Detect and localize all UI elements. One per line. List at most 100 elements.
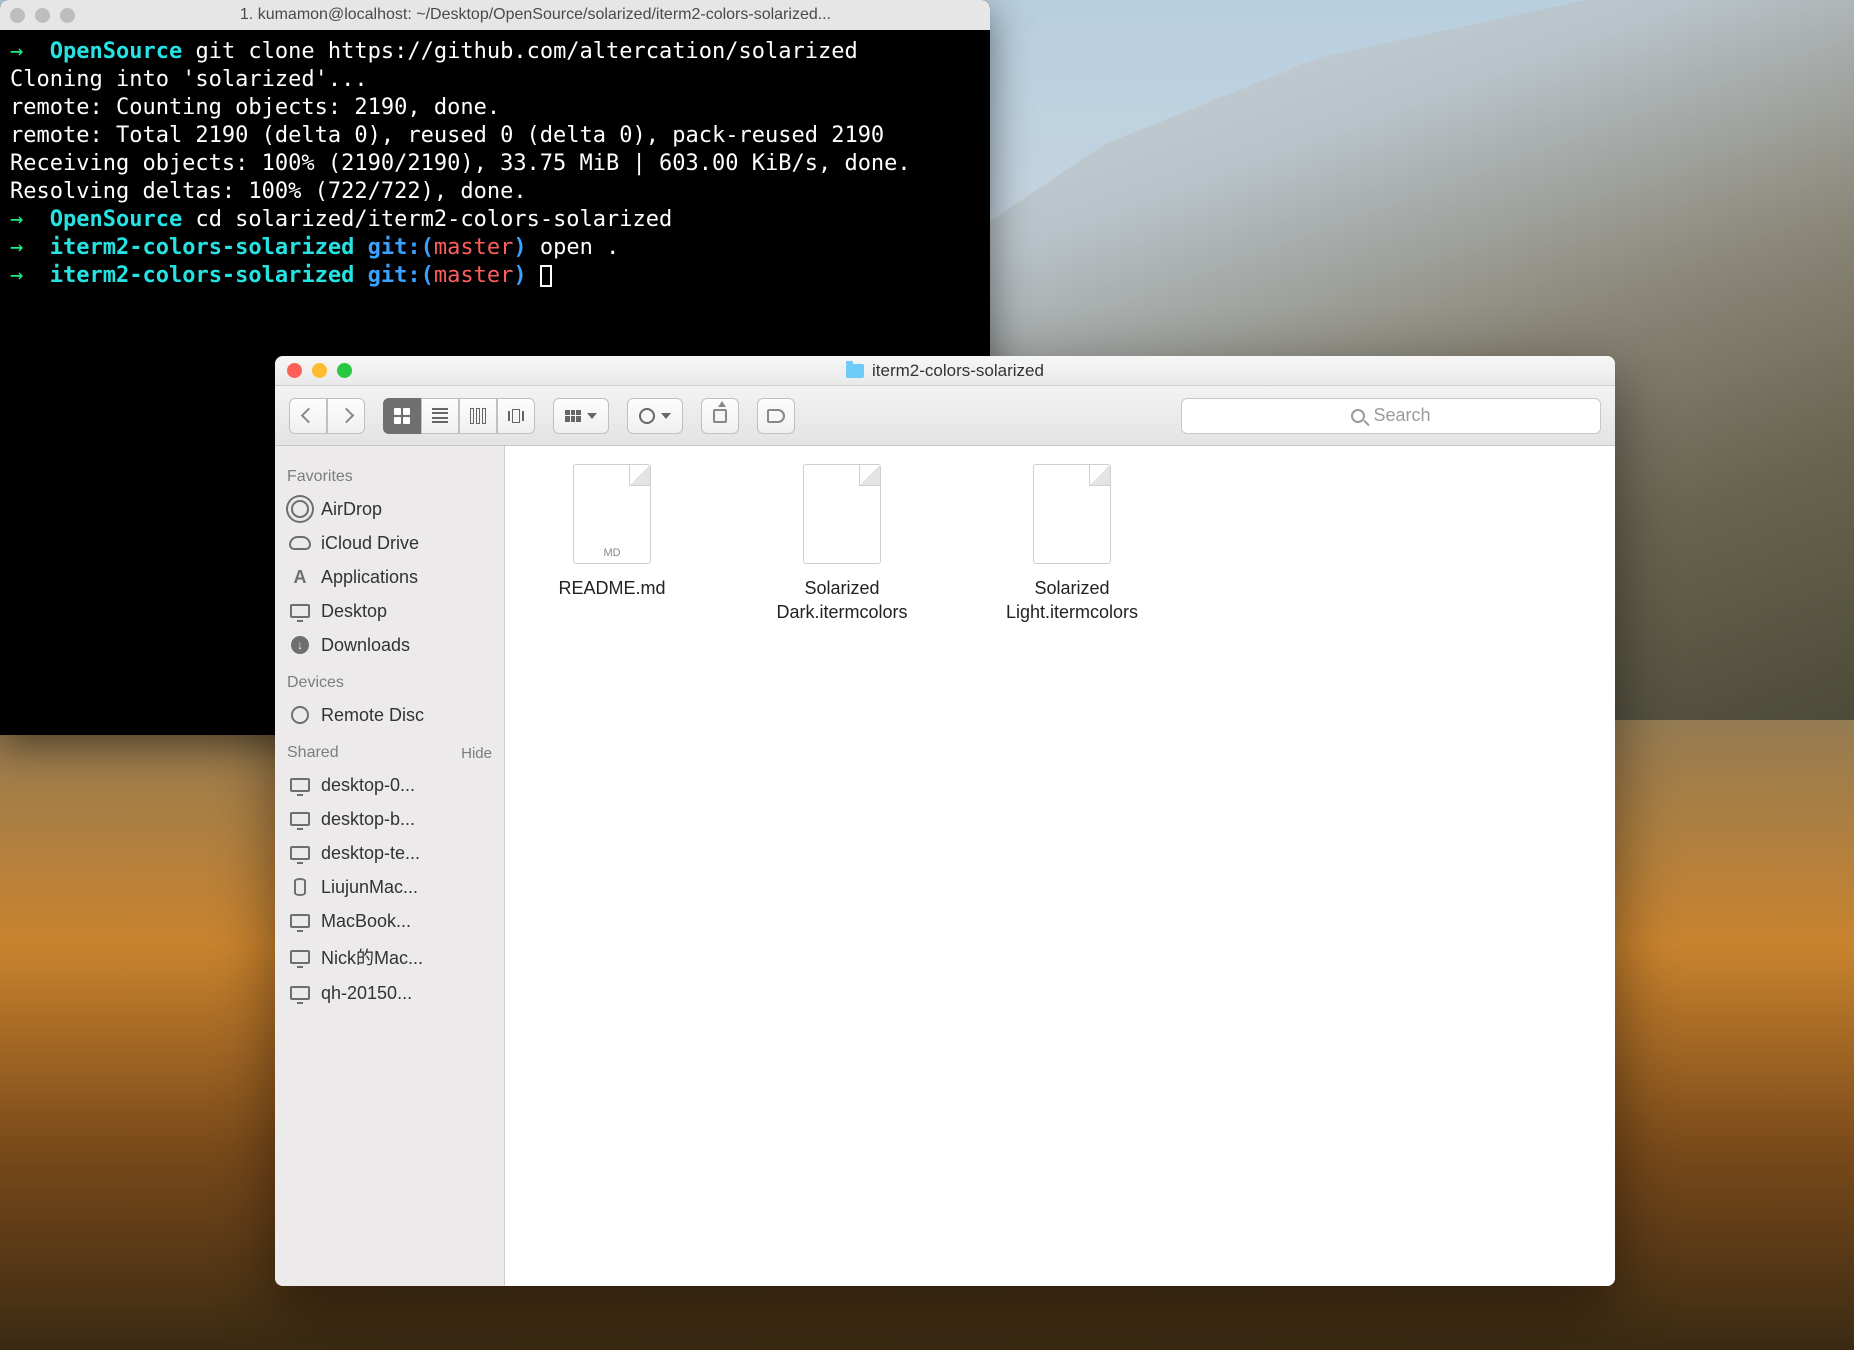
- finder-body: Favorites AirDrop iCloud Drive A Applicatio…: [275, 446, 1615, 1286]
- downloads-icon: ↓: [289, 634, 311, 656]
- terminal-line: remote: Counting objects: 2190, done.: [10, 94, 980, 122]
- sidebar-item[interactable]: AirDrop: [283, 492, 496, 526]
- computer-icon: [289, 910, 311, 932]
- file-name: Solarized Dark.itermcolors: [757, 576, 927, 624]
- sidebar-item-label: AirDrop: [321, 499, 382, 520]
- terminal-line: Resolving deltas: 100% (722/722), done.: [10, 178, 980, 206]
- terminal-line: → iterm2-colors-solarized git:(master): [10, 262, 980, 290]
- file-item[interactable]: Solarized Light.itermcolors: [987, 464, 1157, 624]
- share-icon: [713, 409, 727, 423]
- tags-group: [757, 398, 795, 434]
- terminal-titlebar[interactable]: 1. kumamon@localhost: ~/Desktop/OpenSour…: [0, 0, 990, 30]
- airdrop-icon: [289, 498, 311, 520]
- sidebar-item[interactable]: iCloud Drive: [283, 526, 496, 560]
- search-input[interactable]: Search: [1181, 398, 1601, 434]
- hide-shared-link[interactable]: Hide: [461, 745, 492, 762]
- terminal-line: → OpenSource git clone https://github.co…: [10, 38, 980, 66]
- sidebar-item-label: Downloads: [321, 635, 410, 656]
- terminal-line: Receiving objects: 100% (2190/2190), 33.…: [10, 150, 980, 178]
- file-name: Solarized Light.itermcolors: [987, 576, 1157, 624]
- close-icon[interactable]: [287, 363, 302, 378]
- close-icon[interactable]: [10, 8, 25, 23]
- action-group: [627, 398, 683, 434]
- cursor: [540, 265, 552, 287]
- disc-icon: [289, 704, 311, 726]
- minimize-icon[interactable]: [35, 8, 50, 23]
- share-group: [701, 398, 739, 434]
- sidebar-item-label: qh-20150...: [321, 983, 412, 1004]
- cloud-icon: [289, 532, 311, 554]
- view-mode-buttons: [383, 398, 535, 434]
- sidebar-item[interactable]: desktop-0...: [283, 768, 496, 802]
- sidebar-item[interactable]: Remote Disc: [283, 698, 496, 732]
- finder-content-area[interactable]: README.md Solarized Dark.itermcolors Solar…: [505, 446, 1615, 1286]
- sidebar-item[interactable]: desktop-te...: [283, 836, 496, 870]
- sidebar-item-label: desktop-0...: [321, 775, 415, 796]
- sidebar-item[interactable]: ↓ Downloads: [283, 628, 496, 662]
- file-icon: [803, 464, 881, 564]
- finder-title: iterm2-colors-solarized: [872, 361, 1044, 381]
- sidebar-item[interactable]: qh-20150...: [283, 976, 496, 1010]
- sidebar-heading-devices: Devices: [287, 674, 492, 692]
- sidebar-item[interactable]: A Applications: [283, 560, 496, 594]
- file-icon: [1033, 464, 1111, 564]
- finder-sidebar: Favorites AirDrop iCloud Drive A Applicatio…: [275, 446, 505, 1286]
- desktop-background: 1. kumamon@localhost: ~/Desktop/OpenSour…: [0, 0, 1854, 1350]
- arrange-button[interactable]: [553, 398, 609, 434]
- sidebar-item-label: Applications: [321, 567, 418, 588]
- desktop-icon: [289, 600, 311, 622]
- applications-icon: A: [289, 566, 311, 588]
- sidebar-item-label: iCloud Drive: [321, 533, 419, 554]
- chevron-down-icon: [661, 413, 671, 419]
- zoom-icon[interactable]: [337, 363, 352, 378]
- sidebar-item[interactable]: Nick的Mac...: [283, 938, 496, 976]
- share-button[interactable]: [701, 398, 739, 434]
- sidebar-item[interactable]: MacBook...: [283, 904, 496, 938]
- computer-icon: [289, 982, 311, 1004]
- folder-icon: [846, 364, 864, 378]
- finder-traffic-lights: [287, 363, 352, 378]
- file-item[interactable]: README.md: [527, 464, 697, 600]
- finder-window[interactable]: iterm2-colors-solarized: [275, 356, 1615, 1286]
- forward-button[interactable]: [327, 398, 365, 434]
- file-icon: [573, 464, 651, 564]
- action-button[interactable]: [627, 398, 683, 434]
- computer-icon: [289, 946, 311, 968]
- back-button[interactable]: [289, 398, 327, 434]
- sidebar-item[interactable]: desktop-b...: [283, 802, 496, 836]
- file-name: README.md: [558, 576, 665, 600]
- search-placeholder: Search: [1373, 405, 1430, 426]
- sidebar-item-label: Nick的Mac...: [321, 944, 423, 970]
- computer-icon: [289, 842, 311, 864]
- sidebar-item-label: LiujunMac...: [321, 877, 418, 898]
- icon-view-button[interactable]: [383, 398, 421, 434]
- gear-icon: [639, 408, 655, 424]
- column-view-button[interactable]: [459, 398, 497, 434]
- list-view-button[interactable]: [421, 398, 459, 434]
- file-item[interactable]: Solarized Dark.itermcolors: [757, 464, 927, 624]
- sidebar-item-label: Remote Disc: [321, 705, 424, 726]
- minimize-icon[interactable]: [312, 363, 327, 378]
- sidebar-item[interactable]: Desktop: [283, 594, 496, 628]
- terminal-body[interactable]: → OpenSource git clone https://github.co…: [0, 30, 990, 298]
- sidebar-item[interactable]: LiujunMac...: [283, 870, 496, 904]
- sidebar-item-label: desktop-te...: [321, 843, 420, 864]
- finder-titlebar[interactable]: iterm2-colors-solarized: [275, 356, 1615, 386]
- sidebar-heading-favorites: Favorites: [287, 468, 492, 486]
- chevron-down-icon: [587, 413, 597, 419]
- tags-button[interactable]: [757, 398, 795, 434]
- terminal-traffic-lights: [10, 8, 75, 23]
- sidebar-item-label: Desktop: [321, 601, 387, 622]
- search-icon: [1351, 409, 1365, 423]
- computer-icon: [289, 808, 311, 830]
- finder-toolbar: Search: [275, 386, 1615, 446]
- computer-icon: [289, 774, 311, 796]
- terminal-line: → OpenSource cd solarized/iterm2-colors-…: [10, 206, 980, 234]
- zoom-icon[interactable]: [60, 8, 75, 23]
- tag-icon: [767, 409, 785, 423]
- sidebar-heading-shared: Shared Hide: [287, 744, 492, 762]
- mac-pro-icon: [289, 876, 311, 898]
- coverflow-view-button[interactable]: [497, 398, 535, 434]
- nav-buttons: [289, 398, 365, 434]
- terminal-title: 1. kumamon@localhost: ~/Desktop/OpenSour…: [91, 6, 980, 24]
